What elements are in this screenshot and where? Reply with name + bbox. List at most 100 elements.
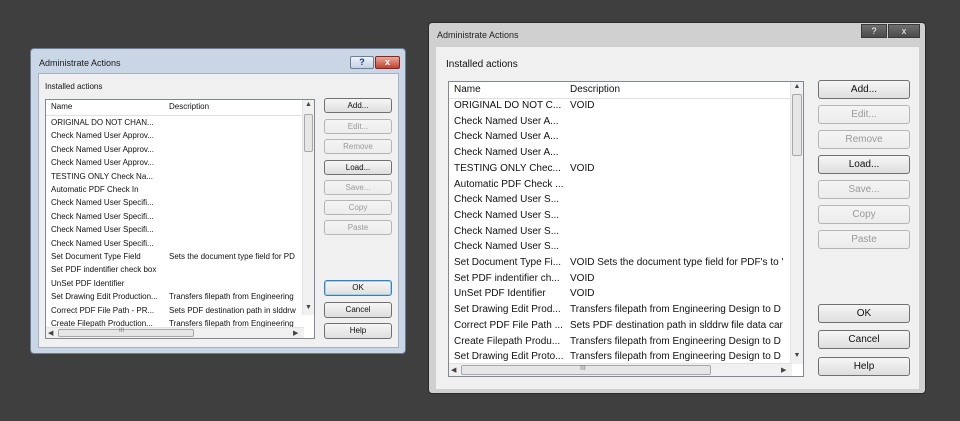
list-item[interactable]: Check Named User Specifi... — [46, 212, 304, 225]
list-item[interactable]: Set Document Type Field Sets the document… — [46, 252, 304, 265]
dialog-body: Installed actions Name Description ORIGI… — [436, 47, 919, 389]
action-name: Set Document Type Fi... — [454, 257, 562, 268]
scroll-left-icon[interactable]: ◀ — [451, 366, 456, 374]
column-header-description[interactable]: Description — [570, 84, 620, 95]
actions-list[interactable]: Name Description ORIGINAL DO NOT C... VOI… — [448, 81, 804, 377]
action-name: Set Drawing Edit Production... — [51, 292, 158, 302]
scroll-thumb[interactable] — [304, 114, 313, 152]
edit-button[interactable]: Edit... — [818, 105, 910, 124]
list-item[interactable]: Set Drawing Edit Prod... Transfers filepa… — [449, 304, 792, 320]
close-title-button[interactable]: x — [888, 24, 920, 38]
list-item[interactable]: Check Named User Approv... — [46, 145, 304, 158]
list-item[interactable]: Set Document Type Fi... VOID Sets the doc… — [449, 257, 792, 273]
administrate-actions-dialog-small: Administrate Actions ? x Installed actio… — [30, 48, 406, 354]
load-button[interactable]: Load... — [818, 155, 910, 174]
load-button[interactable]: Load... — [324, 160, 392, 175]
add-button[interactable]: Add... — [818, 80, 910, 99]
ok-button[interactable]: OK — [818, 304, 910, 323]
scroll-up-icon[interactable]: ▲ — [792, 83, 802, 90]
list-item[interactable]: Check Named User A... — [449, 147, 792, 163]
scroll-grip-icon: III — [119, 328, 125, 334]
action-name: Create Filepath Produ... — [454, 335, 561, 347]
paste-button[interactable]: Paste — [324, 220, 392, 235]
list-item[interactable]: Check Named User Specifi... — [46, 198, 304, 211]
copy-button[interactable]: Copy — [818, 205, 910, 224]
scroll-hthumb[interactable]: III — [461, 365, 711, 375]
list-item[interactable]: Check Named User A... — [449, 131, 792, 147]
edit-button[interactable]: Edit... — [324, 119, 392, 134]
save-button[interactable]: Save... — [324, 180, 392, 195]
vertical-scrollbar[interactable]: ▲ ▼ — [302, 100, 314, 315]
ok-button[interactable]: OK — [324, 280, 392, 296]
save-button[interactable]: Save... — [818, 180, 910, 199]
list-item[interactable]: Check Named User S... — [449, 194, 792, 210]
list-item[interactable]: Check Named User S... — [449, 241, 792, 257]
action-description: VOID Sets the document type field for PD… — [570, 257, 784, 268]
help-icon: ? — [359, 57, 365, 67]
list-item[interactable]: Correct PDF File Path - PR... Sets PDF de… — [46, 306, 304, 319]
remove-button[interactable]: Remove — [818, 130, 910, 149]
add-button[interactable]: Add... — [324, 98, 392, 113]
paste-button[interactable]: Paste — [818, 230, 910, 249]
scroll-up-icon[interactable]: ▲ — [304, 101, 313, 108]
list-item[interactable]: Automatic PDF Check ... — [449, 179, 792, 195]
horizontal-scrollbar[interactable]: ◀ III ▶ — [449, 363, 792, 376]
cancel-button[interactable]: Cancel — [818, 330, 910, 349]
column-header-name[interactable]: Name — [454, 84, 481, 95]
list-item[interactable]: Check Named User Approv... — [46, 158, 304, 171]
action-name: Correct PDF File Path - PR... — [51, 305, 155, 315]
action-name: Check Named User Specifi... — [51, 198, 154, 208]
action-name: Check Named User S... — [454, 241, 560, 253]
vertical-scrollbar[interactable]: ▲ ▼ — [790, 82, 803, 364]
scroll-down-icon[interactable]: ▼ — [792, 352, 802, 359]
installed-actions-label: Installed actions — [45, 82, 103, 91]
scroll-right-icon[interactable]: ▶ — [781, 366, 786, 374]
action-name: Check Named User A... — [454, 131, 559, 143]
list-item[interactable]: Check Named User Specifi... — [46, 239, 304, 252]
list-item[interactable]: Set Drawing Edit Production... Transfers … — [46, 292, 304, 305]
list-item[interactable]: Check Named User S... — [449, 226, 792, 242]
list-item[interactable]: Check Named User A... — [449, 116, 792, 132]
list-item[interactable]: Set PDF indentifier check box — [46, 265, 304, 278]
actions-list[interactable]: Name Description ORIGINAL DO NOT CHAN...… — [45, 99, 315, 339]
list-item[interactable]: Create Filepath Produ... Transfers filepa… — [449, 336, 792, 352]
help-title-button[interactable]: ? — [861, 24, 887, 38]
list-item[interactable]: ORIGINAL DO NOT CHAN... — [46, 118, 304, 131]
list-item[interactable]: ORIGINAL DO NOT C... VOID — [449, 100, 792, 116]
list-item[interactable]: Set PDF indentifier ch... VOID — [449, 273, 792, 289]
cancel-button[interactable]: Cancel — [324, 302, 392, 318]
action-description: VOID — [570, 272, 595, 284]
action-description: Sets PDF destination path in slddrw — [169, 305, 296, 315]
list-item[interactable]: Check Named User Approv... — [46, 131, 304, 144]
action-name: Check Named User Specifi... — [51, 211, 154, 221]
help-button[interactable]: Help — [818, 357, 910, 376]
close-title-button[interactable]: x — [375, 56, 400, 69]
scroll-down-icon[interactable]: ▼ — [304, 304, 313, 311]
list-item[interactable]: Correct PDF File Path ... Sets PDF destin… — [449, 320, 792, 336]
help-title-button[interactable]: ? — [350, 56, 374, 69]
list-item[interactable]: UnSet PDF Identifier — [46, 279, 304, 292]
scroll-left-icon[interactable]: ◀ — [48, 329, 53, 337]
list-item[interactable]: TESTING ONLY Chec... VOID — [449, 163, 792, 179]
remove-button[interactable]: Remove — [324, 139, 392, 154]
copy-button[interactable]: Copy — [324, 200, 392, 215]
dialog-title: Administrate Actions — [39, 58, 121, 68]
action-name: Check Named User S... — [454, 225, 560, 237]
list-header: Name Description — [449, 82, 803, 99]
column-header-name[interactable]: Name — [51, 102, 72, 111]
scroll-hthumb[interactable]: III — [58, 328, 194, 337]
list-item[interactable]: Check Named User Specifi... — [46, 225, 304, 238]
list-item[interactable]: TESTING ONLY Check Na... — [46, 172, 304, 185]
list-item[interactable]: UnSet PDF Identifier VOID — [449, 288, 792, 304]
scroll-right-icon[interactable]: ▶ — [293, 329, 298, 337]
horizontal-scrollbar[interactable]: ◀ III ▶ — [46, 327, 304, 338]
title-bar: Administrate Actions ? x — [31, 49, 405, 73]
list-item[interactable]: Automatic PDF Check In — [46, 185, 304, 198]
action-name: Check Named User Approv... — [51, 158, 155, 168]
close-icon: x — [901, 26, 907, 36]
action-name: Set PDF indentifier check box — [51, 265, 157, 275]
list-item[interactable]: Check Named User S... — [449, 210, 792, 226]
column-header-description[interactable]: Description — [169, 102, 209, 111]
scroll-thumb[interactable] — [792, 94, 802, 156]
help-button[interactable]: Help — [324, 323, 392, 339]
